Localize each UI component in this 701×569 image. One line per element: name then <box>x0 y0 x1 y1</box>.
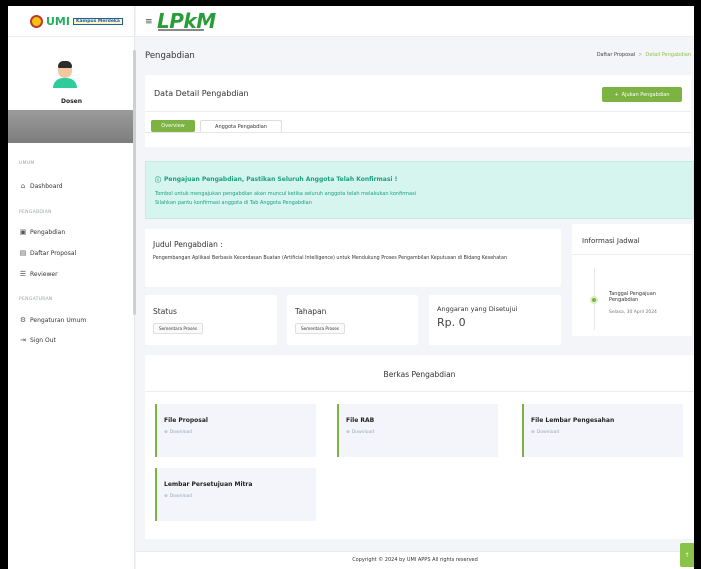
download-label: Download <box>169 430 193 435</box>
brand-name: UMI <box>46 14 70 28</box>
menu-section-pengabdian: PENGABDIAN <box>19 210 52 215</box>
app-frame: UMI Kampus Merdeka Dosen UMUM ⌂ Dashboar… <box>8 6 694 569</box>
info-icon: ⓘ <box>155 177 162 184</box>
breadcrumb: Daftar Proposal > Detail Pengabdian <box>597 52 691 58</box>
file-name: File RAB <box>346 417 375 424</box>
breadcrumb-daftar-proposal[interactable]: Daftar Proposal <box>597 52 635 58</box>
download-icon: ⊕ <box>164 430 168 435</box>
download-link[interactable]: ⊕ Download <box>164 430 192 435</box>
download-icon: ⊕ <box>346 430 350 435</box>
download-label: Download <box>351 430 375 435</box>
sidebar-item-reviewer[interactable]: ☰ Reviewer <box>19 270 58 278</box>
tahapan-card: Tahapan Sementara Proses <box>287 295 418 345</box>
tab-overview[interactable]: Overview <box>151 120 195 132</box>
sidebar-item-sign-out[interactable]: ⇥ Sign Out <box>19 336 56 344</box>
folder-icon: ▣ <box>19 228 27 236</box>
home-icon: ⌂ <box>20 182 26 190</box>
file-name: File Lembar Pengesahan <box>531 417 615 424</box>
alert-line-2: Silahkan pantu konfirmasi anggota di Tab… <box>155 200 312 206</box>
berkas-title: Berkas Pengabdian <box>383 370 456 379</box>
ajukan-pengabdian-button[interactable]: + Ajukan Pengabdian <box>602 87 682 102</box>
page-title: Pengabdian <box>145 51 195 61</box>
download-link[interactable]: ⊕ Download <box>164 494 192 499</box>
tahapan-badge: Sementara Proses <box>295 323 345 334</box>
file-card-lembar-persetujuan-mitra: Lembar Persetujuan Mitra ⊕ Download <box>155 468 316 521</box>
download-link[interactable]: ⊕ Download <box>346 430 374 435</box>
plus-icon: + <box>614 91 619 98</box>
confirmation-alert: ⓘ Pengajuan Pengabdian, Pastikan Seluruh… <box>145 161 694 219</box>
user-role: Dosen <box>60 98 82 105</box>
sidebar-item-label: Pengaturan Umum <box>30 316 87 324</box>
list-icon: ☰ <box>19 270 27 278</box>
divider <box>145 391 694 392</box>
file-card-lembar-pengesahan: File Lembar Pengesahan ⊕ Download <box>522 404 683 457</box>
document-icon: ▤ <box>19 249 27 257</box>
judul-card: Judul Pengabdian : Pengembangan Aplikasi… <box>145 229 561 287</box>
sidebar-item-label: Pengabdian <box>30 228 66 236</box>
file-name: File Proposal <box>164 417 208 424</box>
timeline-event-date: Selasa, 30 April 2024 <box>609 310 657 315</box>
sidebar: UMI Kampus Merdeka Dosen UMUM ⌂ Dashboar… <box>8 6 136 569</box>
sidebar-item-label: Dashboard <box>30 182 63 190</box>
download-label: Download <box>536 430 560 435</box>
tab-underline <box>145 132 691 133</box>
judul-title: Judul Pengabdian : <box>153 240 223 249</box>
avatar[interactable] <box>50 58 80 88</box>
sidebar-item-pengaturan-umum[interactable]: ⚙ Pengaturan Umum <box>19 316 86 324</box>
back-to-top-button[interactable]: ↑ <box>680 543 694 567</box>
brand-logo[interactable]: UMI Kampus Merdeka <box>8 6 134 37</box>
alert-line-1: Tombol untuk mengajukan pengabdian akan … <box>155 191 417 197</box>
anggaran-label: Anggaran yang Disetujui <box>437 305 518 313</box>
profile-banner <box>8 110 135 143</box>
umi-emblem-icon <box>30 14 43 28</box>
divider <box>145 111 691 112</box>
file-name: Lembar Persetujuan Mitra <box>164 481 253 488</box>
download-icon: ⊕ <box>531 430 535 435</box>
logout-icon: ⇥ <box>20 336 26 344</box>
sidebar-item-daftar-proposal[interactable]: ▤ Daftar Proposal <box>19 249 77 257</box>
sidebar-item-label: Reviewer <box>30 270 58 278</box>
judul-text: Pengembangan Aplikasi Berbasis Kecerdasa… <box>153 256 508 261</box>
sidebar-item-pengabdian[interactable]: ▣ Pengabdian <box>19 228 65 236</box>
tab-anggota-pengabdian[interactable]: Anggota Pengabdian <box>200 120 282 132</box>
status-label: Status <box>153 307 177 316</box>
divider <box>572 254 692 255</box>
download-icon: ⊕ <box>164 494 168 499</box>
alert-title: ⓘ Pengajuan Pengabdian, Pastikan Seluruh… <box>155 175 397 184</box>
menu-section-pengaturan: PENGATURAN <box>19 297 53 302</box>
jadwal-card: Informasi Jadwal Tanggal Pengajuan Penga… <box>572 224 692 336</box>
status-badge: Sementara Proses <box>153 323 203 334</box>
anggaran-value: Rp. 0 <box>437 316 466 329</box>
gear-icon: ⚙ <box>19 316 27 324</box>
copyright-text: Copyright © 2024 by UMI APPS All rights … <box>352 557 478 563</box>
topbar: ≡ LPkM <box>136 6 694 37</box>
tahapan-label: Tahapan <box>295 307 327 316</box>
file-card-proposal: File Proposal ⊕ Download <box>155 404 316 457</box>
timeline-dot-icon <box>590 296 598 304</box>
footer: Copyright © 2024 by UMI APPS All rights … <box>136 551 694 569</box>
menu-section-umum: UMUM <box>19 161 35 166</box>
sidebar-item-label: Sign Out <box>30 336 56 344</box>
download-label: Download <box>169 494 193 499</box>
download-link[interactable]: ⊕ Download <box>531 430 559 435</box>
timeline-event-label: Tanggal Pengajuan Pengabdian <box>609 291 656 303</box>
kampus-merdeka-logo: Kampus Merdeka <box>72 17 123 25</box>
file-card-rab: File RAB ⊕ Download <box>337 404 498 457</box>
breadcrumb-separator: > <box>638 52 643 58</box>
status-card: Status Sementara Proses <box>145 295 277 345</box>
detail-card: Data Detail Pengabdian + Ajukan Pengabdi… <box>145 75 691 147</box>
lpkm-logo-underline <box>158 29 204 31</box>
breadcrumb-detail-pengabdian: Detail Pengabdian <box>645 52 691 58</box>
ajukan-pengabdian-label: Ajukan Pengabdian <box>621 91 670 98</box>
detail-title: Data Detail Pengabdian <box>154 89 249 98</box>
hamburger-menu-icon[interactable]: ≡ <box>145 17 153 27</box>
main-content: Pengabdian Daftar Proposal > Detail Peng… <box>136 37 694 569</box>
anggaran-card: Anggaran yang Disetujui Rp. 0 <box>429 295 561 345</box>
sidebar-item-dashboard[interactable]: ⌂ Dashboard <box>19 182 63 190</box>
sidebar-item-label: Daftar Proposal <box>30 249 77 257</box>
jadwal-title: Informasi Jadwal <box>582 237 640 245</box>
alert-title-text: Pengajuan Pengabdian, Pastikan Seluruh A… <box>164 176 398 183</box>
berkas-section: Berkas Pengabdian File Proposal ⊕ Downlo… <box>145 355 694 539</box>
